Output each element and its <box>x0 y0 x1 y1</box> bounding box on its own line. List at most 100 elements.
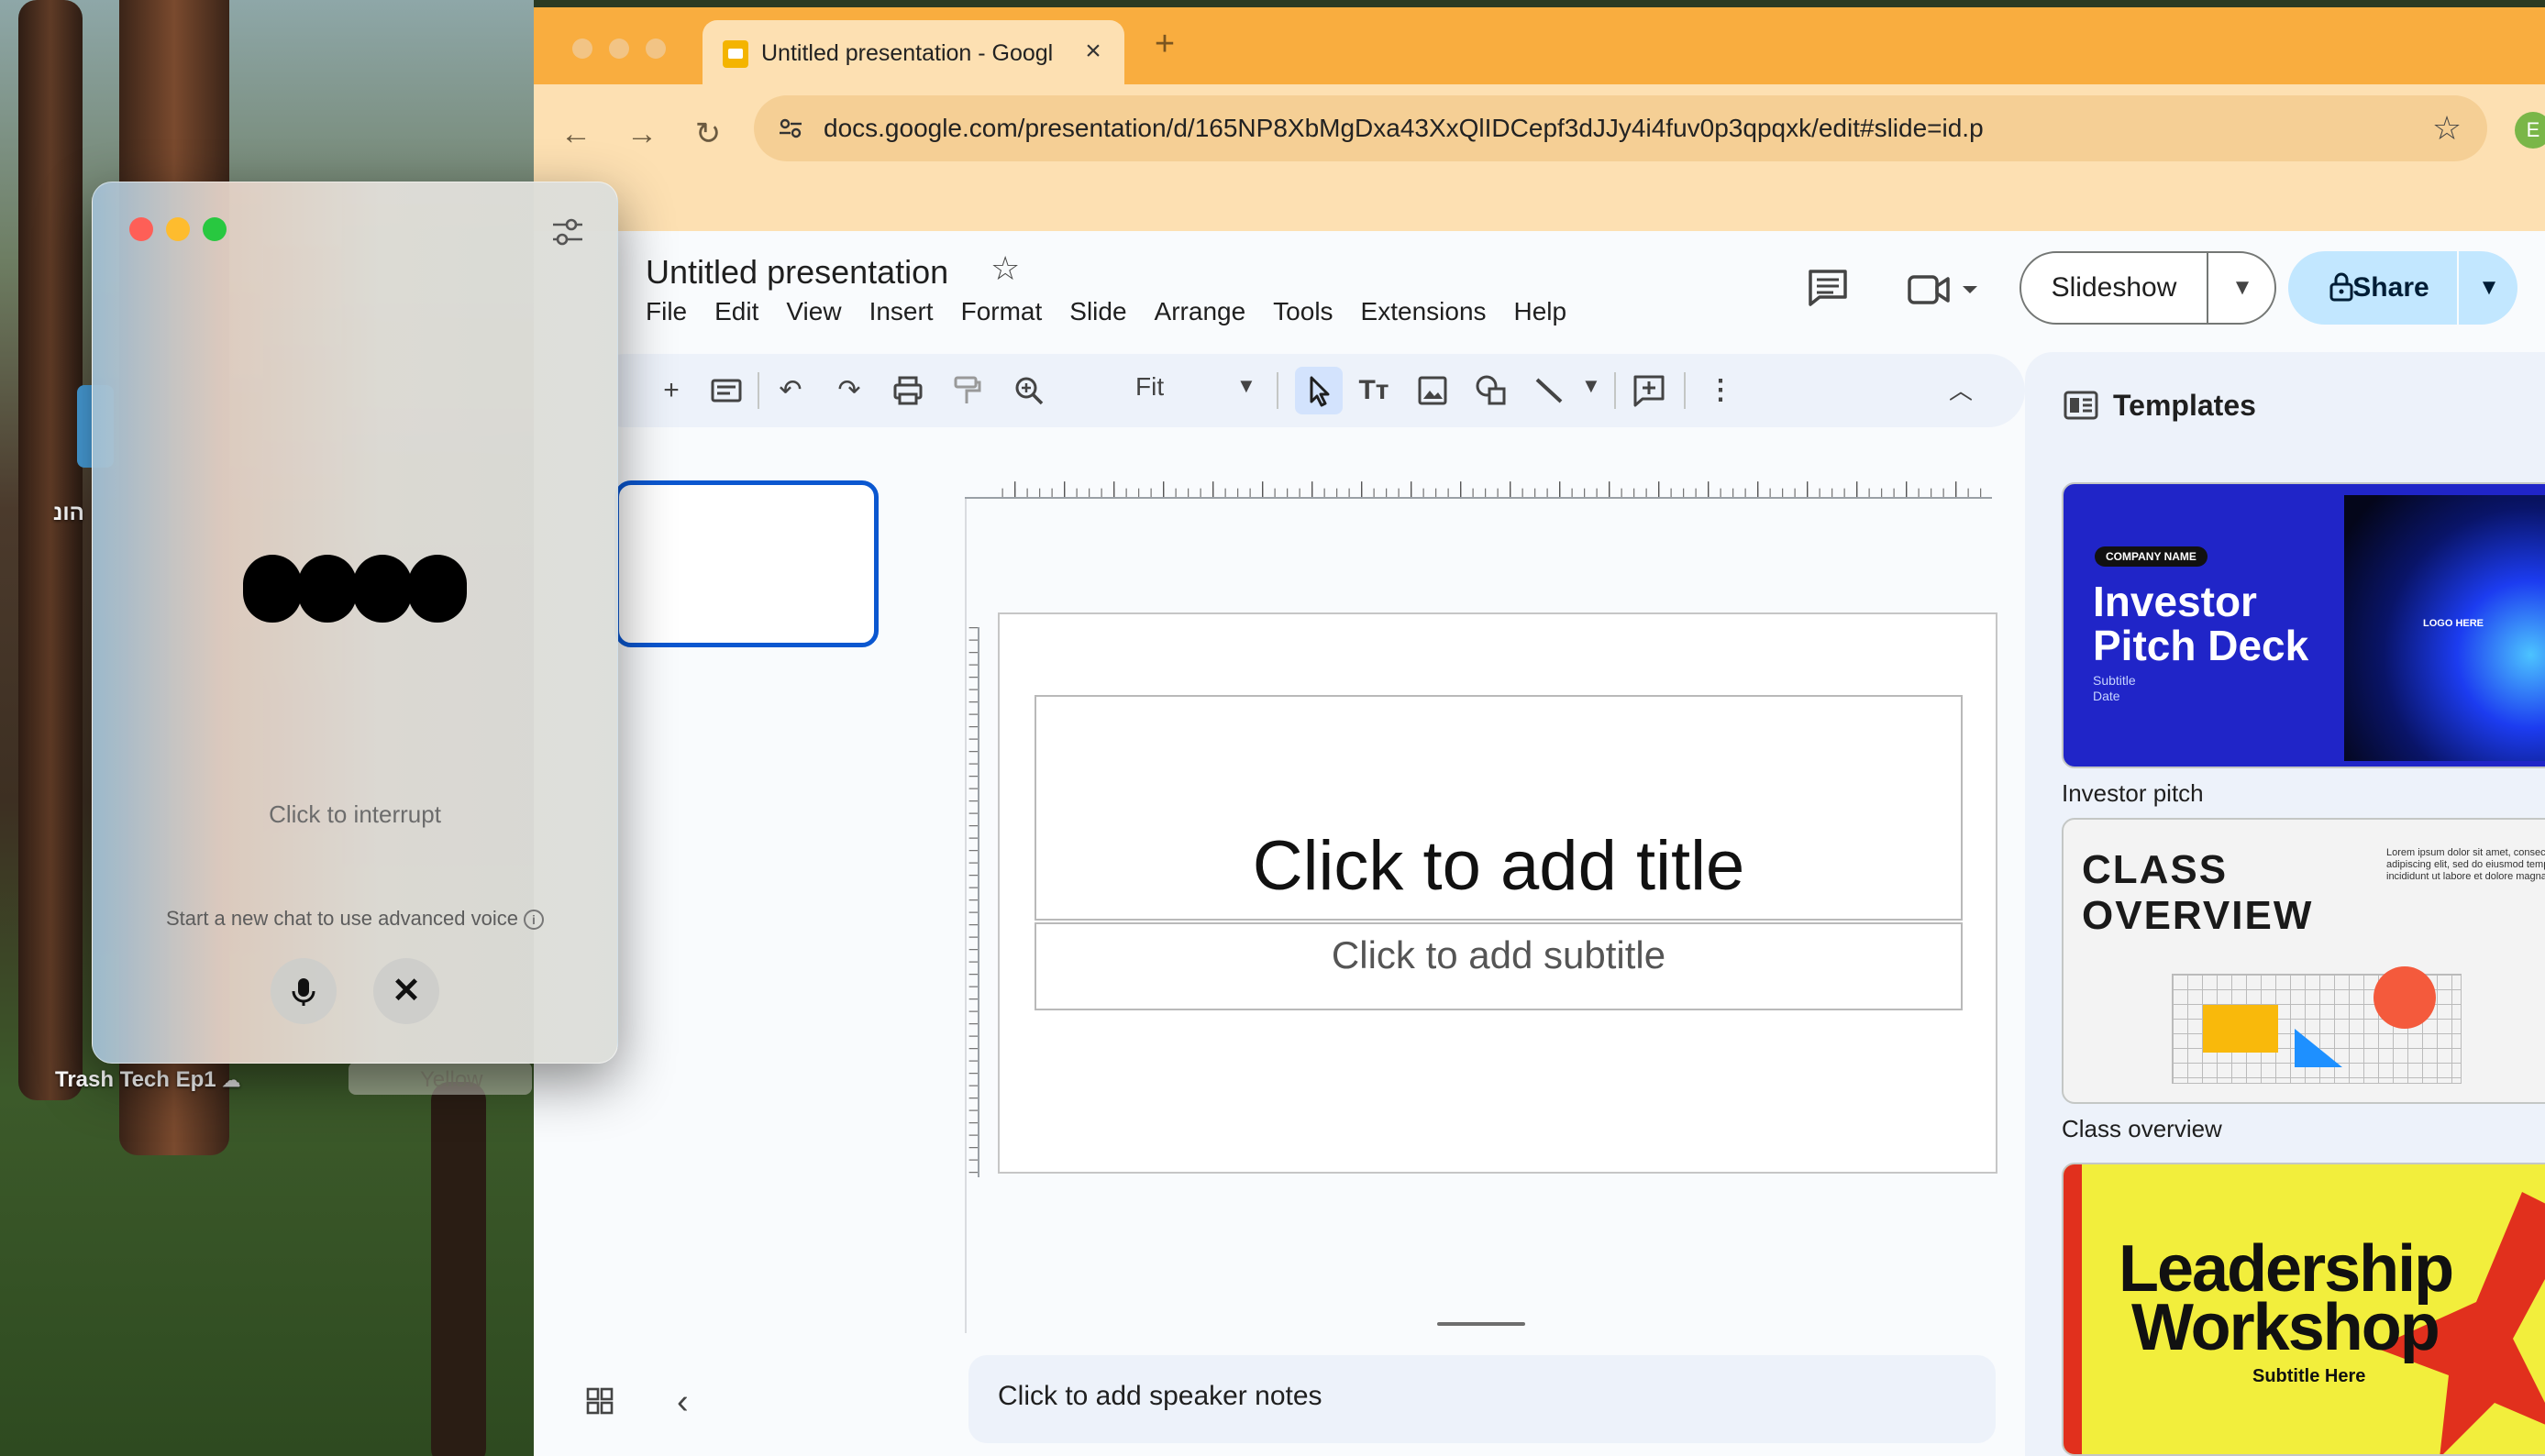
template-caption[interactable]: Investor pitch <box>2062 779 2204 808</box>
template-subtitle-line: Date <box>2093 689 2120 703</box>
template-title: Investor Pitch Deck <box>2093 579 2308 667</box>
grid-view-icon[interactable] <box>585 1386 614 1416</box>
voice-window-zoom-button[interactable] <box>203 217 227 241</box>
tab-untitled-presentation[interactable]: Untitled presentation - Googl × <box>703 20 1124 84</box>
subtitle-placeholder[interactable]: Click to add subtitle <box>1035 922 1963 1010</box>
voice-level-dot <box>408 555 467 623</box>
new-slide-plus-icon[interactable]: + <box>653 372 690 409</box>
template-subtitle-line: Subtitle <box>2093 673 2136 688</box>
line-icon[interactable] <box>1532 372 1568 409</box>
editing-toolbar: + ↶ ↷ Fit ▼ Tт ▼ ⋮ ︿ <box>589 354 2025 427</box>
template-title: Leadership Workshop <box>2119 1236 2454 1361</box>
zoom-icon[interactable] <box>1011 372 1047 409</box>
star-document-icon[interactable]: ☆ <box>990 249 1020 288</box>
menu-tools[interactable]: Tools <box>1273 297 1333 326</box>
templates-panel: Templates COMPANY NAME Investor Pitch De… <box>2025 352 2545 1456</box>
toolbar-divider <box>1684 372 1686 409</box>
menu-extensions[interactable]: Extensions <box>1361 297 1487 326</box>
menu-view[interactable]: View <box>786 297 841 326</box>
print-icon[interactable] <box>890 372 926 409</box>
microphone-icon <box>292 978 315 1006</box>
window-minimize-button[interactable] <box>609 39 629 59</box>
layout-icon[interactable] <box>708 372 745 409</box>
slideshow-options-chevron-down-icon[interactable]: ▼ <box>2210 253 2274 323</box>
voice-level-dot <box>243 555 302 623</box>
more-vertical-icon[interactable]: ⋮ <box>1702 372 1739 409</box>
info-icon[interactable]: i <box>524 910 544 931</box>
template-subtitle: Subtitle Here <box>2252 1366 2366 1386</box>
line-chevron-down-icon[interactable]: ▼ <box>1581 374 1601 398</box>
end-voice-close-button[interactable]: ✕ <box>373 958 439 1024</box>
forward-arrow-icon[interactable]: → <box>624 116 660 152</box>
menu-insert[interactable]: Insert <box>869 297 934 326</box>
shape-icon[interactable] <box>1473 372 1510 409</box>
template-logo-placeholder: LOGO HERE <box>2423 618 2484 629</box>
desktop-folder-label[interactable]: Trash Tech Ep1 ☁ <box>55 1067 240 1093</box>
browser-toolbar: ← → ↻ docs.google.com/presentation/d/165… <box>534 84 2545 231</box>
template-blue-triangle <box>2295 1029 2342 1067</box>
template-caption[interactable]: Class overview <box>2062 1115 2222 1143</box>
slide-thumbnail-1[interactable] <box>614 480 879 647</box>
meet-video-icon[interactable] <box>1906 271 1983 306</box>
document-title[interactable]: Untitled presentation <box>646 253 948 292</box>
text-box-icon[interactable]: Tт <box>1355 372 1392 409</box>
redo-icon[interactable]: ↷ <box>831 372 868 409</box>
comments-icon[interactable] <box>1807 268 1849 306</box>
window-zoom-button[interactable] <box>646 39 666 59</box>
window-close-button[interactable] <box>572 39 592 59</box>
image-icon[interactable] <box>1414 372 1451 409</box>
add-comment-icon[interactable] <box>1631 372 1667 409</box>
bookmark-star-icon[interactable]: ☆ <box>2429 110 2465 147</box>
voice-settings-sliders-icon[interactable] <box>549 214 586 250</box>
profile-avatar[interactable]: E <box>2515 112 2545 149</box>
horizontal-ruler[interactable] <box>965 469 1992 499</box>
voice-window-minimize-button[interactable] <box>166 217 190 241</box>
menu-edit[interactable]: Edit <box>714 297 758 326</box>
template-title: CLASS OVERVIEW <box>2082 847 2313 939</box>
slideshow-label[interactable]: Slideshow <box>2021 253 2208 323</box>
voice-window-close-button[interactable] <box>129 217 153 241</box>
share-label[interactable]: Share <box>2288 251 2459 325</box>
slides-favicon-icon <box>723 40 748 68</box>
toolbar-divider <box>758 372 759 409</box>
template-body-text: Lorem ipsum dolor sit amet, consectetur … <box>2386 847 2545 882</box>
site-settings-icon[interactable] <box>778 116 803 141</box>
reload-icon[interactable]: ↻ <box>690 116 726 152</box>
slide-canvas[interactable]: Click to add title Click to add subtitle <box>998 612 1997 1174</box>
zoom-chevron-down-icon[interactable]: ▼ <box>1236 374 1256 398</box>
title-placeholder[interactable]: Click to add title <box>1035 695 1963 921</box>
menu-slide[interactable]: Slide <box>1069 297 1126 326</box>
template-badge: COMPANY NAME <box>2095 546 2208 567</box>
notes-resize-handle[interactable] <box>1437 1322 1525 1326</box>
share-options-chevron-down-icon[interactable]: ▼ <box>2461 251 2517 325</box>
menu-arrange[interactable]: Arrange <box>1155 297 1246 326</box>
slideshow-button[interactable]: Slideshow ▼ <box>2019 251 2276 325</box>
address-bar[interactable]: docs.google.com/presentation/d/165NP8XbM… <box>754 95 2487 161</box>
template-leadership-workshop[interactable]: Leadership Workshop Subtitle Here <box>2062 1163 2545 1456</box>
collapse-toolbar-chevron-up-icon[interactable]: ︿ <box>1942 372 1979 409</box>
menu-help[interactable]: Help <box>1514 297 1567 326</box>
voice-level-dot <box>353 555 412 623</box>
menu-file[interactable]: File <box>646 297 687 326</box>
browser-window: Untitled presentation - Googl × + ← → ↻ … <box>534 7 2545 1456</box>
select-cursor-icon[interactable] <box>1295 367 1343 414</box>
undo-icon[interactable]: ↶ <box>772 372 809 409</box>
tab-close-icon[interactable]: × <box>1077 35 1110 68</box>
title-placeholder-text: Click to add title <box>1252 827 1745 905</box>
menu-format[interactable]: Format <box>961 297 1043 326</box>
collapse-filmstrip-chevron-left-icon[interactable]: ‹ <box>677 1383 689 1422</box>
zoom-level[interactable]: Fit <box>1135 372 1164 402</box>
new-tab-button[interactable]: + <box>1146 26 1183 62</box>
microphone-button[interactable] <box>271 958 337 1024</box>
interrupt-prompt[interactable]: Click to interrupt <box>93 800 617 829</box>
desktop-tag-yellow[interactable]: Yellow <box>349 1062 532 1095</box>
paint-format-icon[interactable] <box>948 372 985 409</box>
back-arrow-icon[interactable]: ← <box>558 116 594 152</box>
desktop-icon-label: הונ <box>53 501 84 525</box>
speaker-notes[interactable]: Click to add speaker notes <box>968 1355 1996 1443</box>
templates-heading: Templates <box>2113 389 2256 422</box>
share-button[interactable]: Share ▼ <box>2288 251 2517 325</box>
template-investor-pitch[interactable]: COMPANY NAME Investor Pitch Deck Subtitl… <box>2062 482 2545 768</box>
template-class-overview[interactable]: CLASS OVERVIEW Lorem ipsum dolor sit ame… <box>2062 818 2545 1104</box>
voice-chat-window: Click to interrupt Start a new chat to u… <box>92 182 618 1064</box>
